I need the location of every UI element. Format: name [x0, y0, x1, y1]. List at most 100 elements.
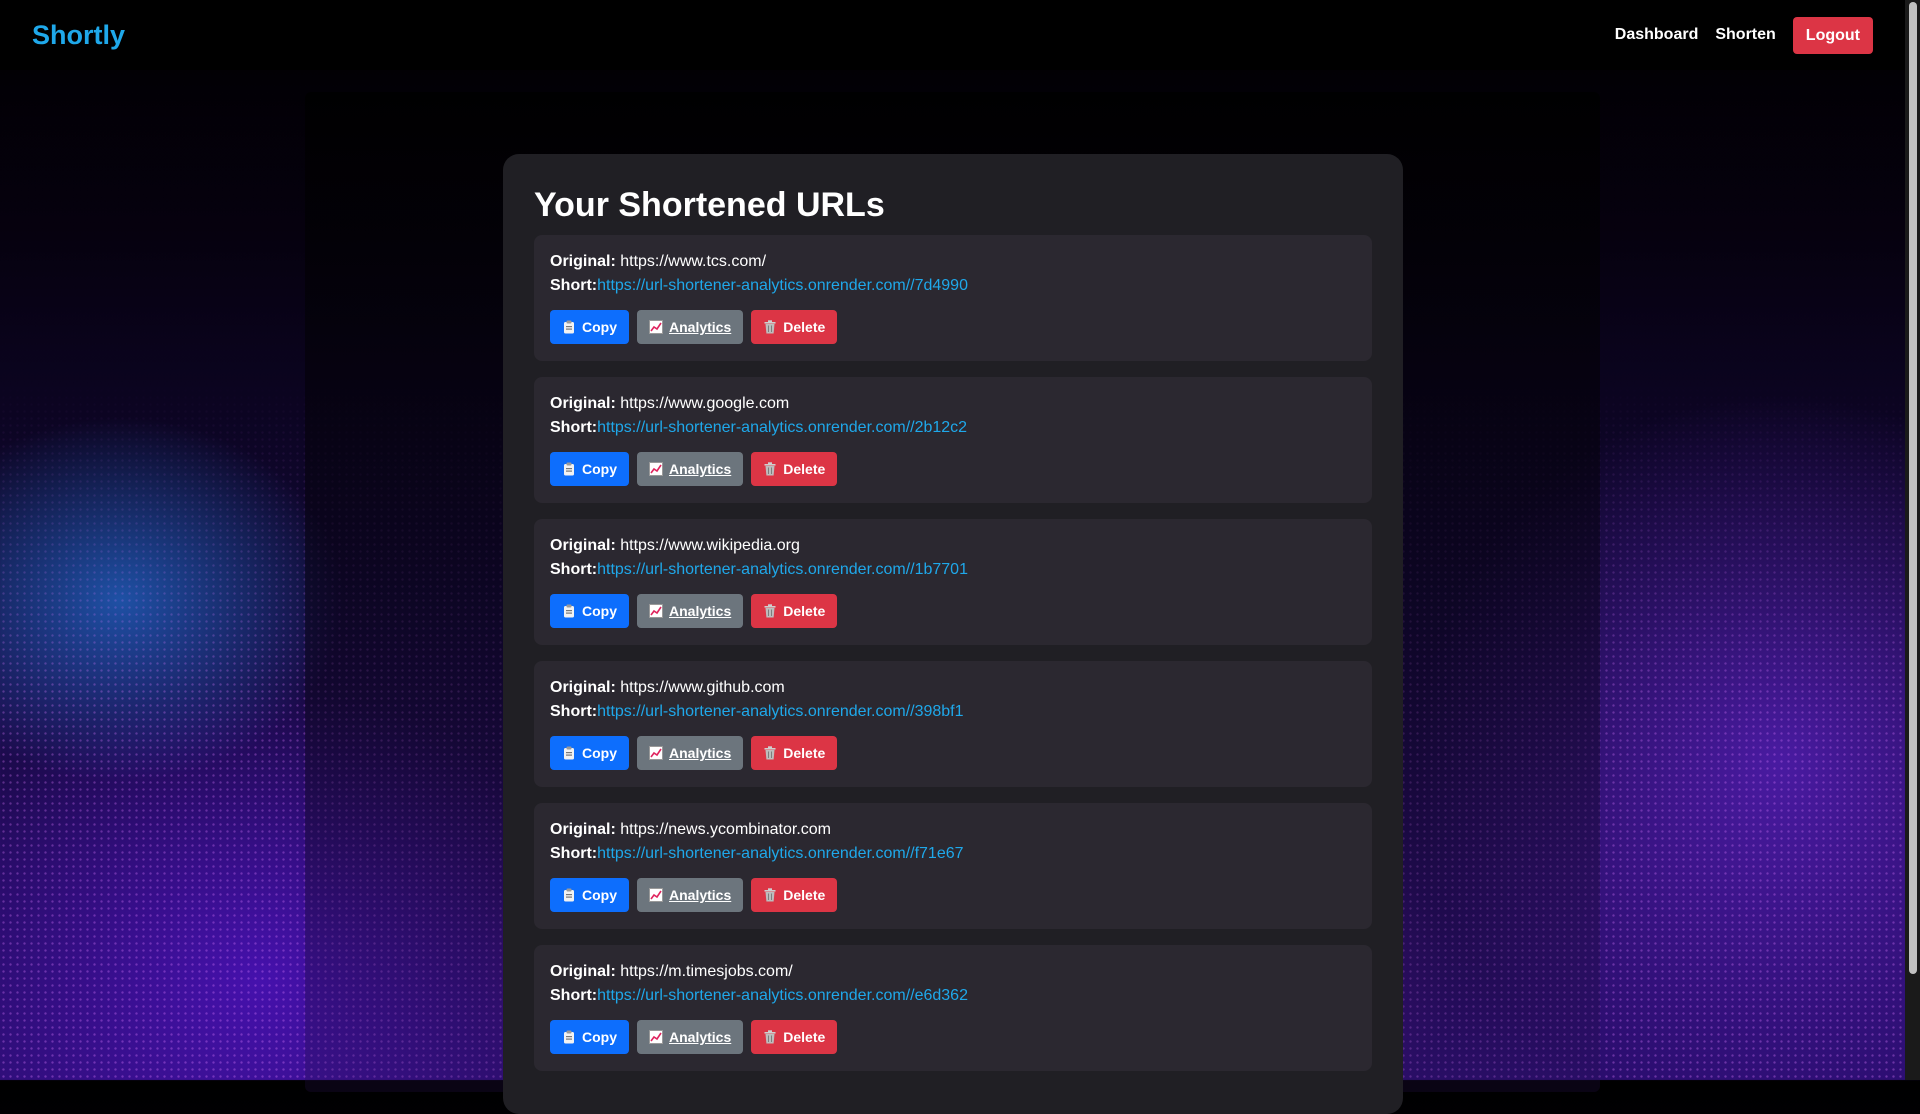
original-url: https://www.google.com: [620, 395, 790, 412]
original-row: Original: https://www.github.com: [550, 676, 1356, 700]
short-label: Short:: [550, 987, 598, 1004]
short-label: Short:: [550, 277, 598, 294]
short-url-link[interactable]: https://url-shortener-analytics.onrender…: [597, 561, 968, 578]
analytics-button-label: Analytics: [669, 319, 732, 335]
copy-button[interactable]: Copy: [550, 736, 629, 770]
copy-button[interactable]: Copy: [550, 878, 629, 912]
url-item: Original: https://www.github.com Short:h…: [534, 661, 1372, 787]
original-url: https://news.ycombinator.com: [620, 821, 831, 838]
delete-button[interactable]: Delete: [751, 310, 838, 344]
delete-button-label: Delete: [783, 461, 826, 477]
nav-link-shorten[interactable]: Shorten: [1715, 26, 1775, 44]
url-list: Original: https://www.tcs.com/ Short:htt…: [534, 235, 1372, 1071]
original-row: Original: https://news.ycombinator.com: [550, 818, 1356, 842]
chart-icon: [649, 746, 663, 760]
url-item: Original: https://m.timesjobs.com/ Short…: [534, 945, 1372, 1071]
original-label: Original:: [550, 253, 616, 270]
original-url: https://www.tcs.com/: [620, 253, 767, 270]
clipboard-icon: [562, 746, 576, 760]
short-label: Short:: [550, 419, 598, 436]
trash-icon: [763, 1030, 777, 1044]
url-item: Original: https://www.google.com Short:h…: [534, 377, 1372, 503]
short-label: Short:: [550, 845, 598, 862]
analytics-button[interactable]: Analytics: [637, 736, 744, 770]
original-row: Original: https://www.wikipedia.org: [550, 534, 1356, 558]
analytics-button[interactable]: Analytics: [637, 1020, 744, 1054]
copy-button-label: Copy: [582, 1029, 617, 1045]
action-buttons: Copy Analytics Delete: [550, 736, 1356, 770]
page-title: Your Shortened URLs: [534, 186, 885, 224]
delete-button[interactable]: Delete: [751, 594, 838, 628]
short-url-link[interactable]: https://url-shortener-analytics.onrender…: [597, 419, 967, 436]
original-label: Original:: [550, 679, 616, 696]
clipboard-icon: [562, 320, 576, 334]
short-label: Short:: [550, 561, 598, 578]
navbar: Shortly Dashboard Shorten Logout: [0, 0, 1905, 70]
short-row: Short:https://url-shortener-analytics.on…: [550, 700, 1356, 724]
clipboard-icon: [562, 604, 576, 618]
delete-button-label: Delete: [783, 603, 826, 619]
clipboard-icon: [562, 1030, 576, 1044]
delete-button[interactable]: Delete: [751, 452, 838, 486]
analytics-button[interactable]: Analytics: [637, 310, 744, 344]
trash-icon: [763, 320, 777, 334]
original-label: Original:: [550, 821, 616, 838]
chart-icon: [649, 1030, 663, 1044]
url-item: Original: https://news.ycombinator.com S…: [534, 803, 1372, 929]
short-url-link[interactable]: https://url-shortener-analytics.onrender…: [597, 277, 968, 294]
delete-button-label: Delete: [783, 887, 826, 903]
action-buttons: Copy Analytics Delete: [550, 594, 1356, 628]
analytics-button[interactable]: Analytics: [637, 594, 744, 628]
short-row: Short:https://url-shortener-analytics.on…: [550, 842, 1356, 866]
trash-icon: [763, 604, 777, 618]
analytics-button[interactable]: Analytics: [637, 878, 744, 912]
copy-button-label: Copy: [582, 603, 617, 619]
original-label: Original:: [550, 537, 616, 554]
logout-button[interactable]: Logout: [1792, 16, 1873, 54]
copy-button-label: Copy: [582, 745, 617, 761]
original-label: Original:: [550, 395, 616, 412]
url-item: Original: https://www.wikipedia.org Shor…: [534, 519, 1372, 645]
original-row: Original: https://www.tcs.com/: [550, 250, 1356, 274]
copy-button[interactable]: Copy: [550, 310, 629, 344]
clipboard-icon: [562, 462, 576, 476]
scrollbar[interactable]: [1905, 0, 1920, 1080]
trash-icon: [763, 888, 777, 902]
original-url: https://m.timesjobs.com/: [620, 963, 793, 980]
short-url-link[interactable]: https://url-shortener-analytics.onrender…: [597, 845, 963, 862]
copy-button[interactable]: Copy: [550, 452, 629, 486]
delete-button[interactable]: Delete: [751, 878, 838, 912]
chart-icon: [649, 888, 663, 902]
short-row: Short:https://url-shortener-analytics.on…: [550, 558, 1356, 582]
delete-button[interactable]: Delete: [751, 736, 838, 770]
delete-button-label: Delete: [783, 745, 826, 761]
short-label: Short:: [550, 703, 598, 720]
action-buttons: Copy Analytics Delete: [550, 452, 1356, 486]
brand-logo[interactable]: Shortly: [32, 20, 125, 51]
analytics-button-label: Analytics: [669, 887, 732, 903]
scrollbar-thumb[interactable]: [1909, 2, 1917, 974]
original-row: Original: https://www.google.com: [550, 392, 1356, 416]
analytics-button-label: Analytics: [669, 745, 732, 761]
delete-button[interactable]: Delete: [751, 1020, 838, 1054]
analytics-button-label: Analytics: [669, 603, 732, 619]
nav-links: Dashboard Shorten Logout: [1615, 16, 1873, 54]
chart-icon: [649, 604, 663, 618]
original-label: Original:: [550, 963, 616, 980]
delete-button-label: Delete: [783, 1029, 826, 1045]
copy-button[interactable]: Copy: [550, 1020, 629, 1054]
url-item: Original: https://www.tcs.com/ Short:htt…: [534, 235, 1372, 361]
nav-link-dashboard[interactable]: Dashboard: [1615, 26, 1699, 44]
copy-button[interactable]: Copy: [550, 594, 629, 628]
clipboard-icon: [562, 888, 576, 902]
original-url: https://www.github.com: [620, 679, 785, 696]
delete-button-label: Delete: [783, 319, 826, 335]
short-url-link[interactable]: https://url-shortener-analytics.onrender…: [597, 703, 963, 720]
short-url-link[interactable]: https://url-shortener-analytics.onrender…: [597, 987, 968, 1004]
trash-icon: [763, 462, 777, 476]
analytics-button[interactable]: Analytics: [637, 452, 744, 486]
short-row: Short:https://url-shortener-analytics.on…: [550, 274, 1356, 298]
original-row: Original: https://m.timesjobs.com/: [550, 960, 1356, 984]
analytics-button-label: Analytics: [669, 461, 732, 477]
chart-icon: [649, 320, 663, 334]
